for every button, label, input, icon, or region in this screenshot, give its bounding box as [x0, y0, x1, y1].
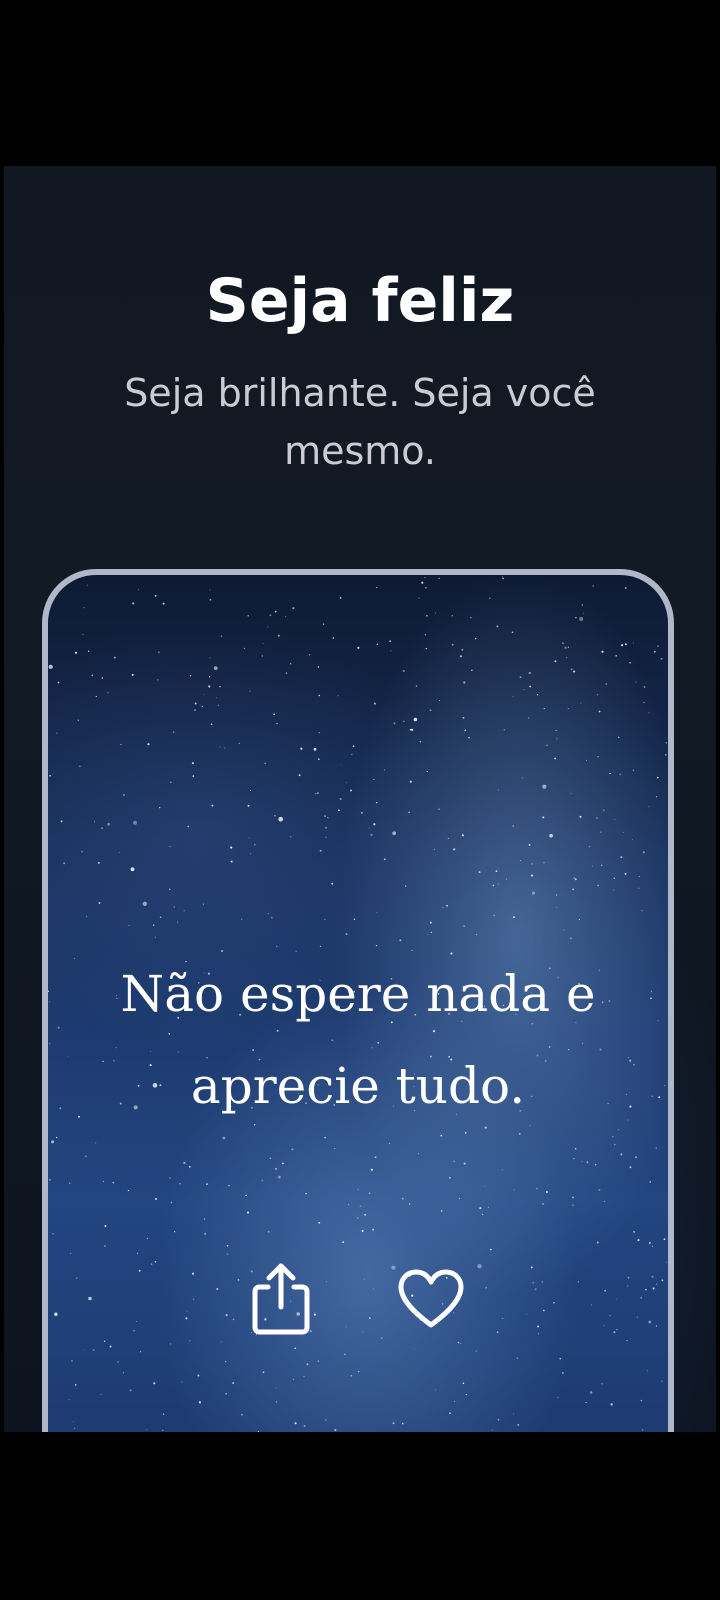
navigation-bar-area — [0, 1432, 720, 1600]
heart-icon — [398, 1269, 464, 1328]
quote-text: Não espere nada e aprecie tudo. — [120, 965, 596, 1115]
page-title: Seja feliz — [205, 266, 515, 336]
phone-preview-frame: Não espere nada e aprecie tudo. — [42, 569, 674, 1432]
quote-actions — [48, 1257, 668, 1347]
share-button[interactable] — [241, 1257, 321, 1341]
page-subtitle: Seja brilhante. Seja você mesmo. — [124, 371, 596, 473]
onboarding-screen: Seja feliz Seja brilhante. Seja você mes… — [4, 166, 716, 1432]
status-bar-area — [0, 0, 720, 166]
share-icon — [252, 1263, 310, 1335]
like-button[interactable] — [391, 1257, 471, 1341]
